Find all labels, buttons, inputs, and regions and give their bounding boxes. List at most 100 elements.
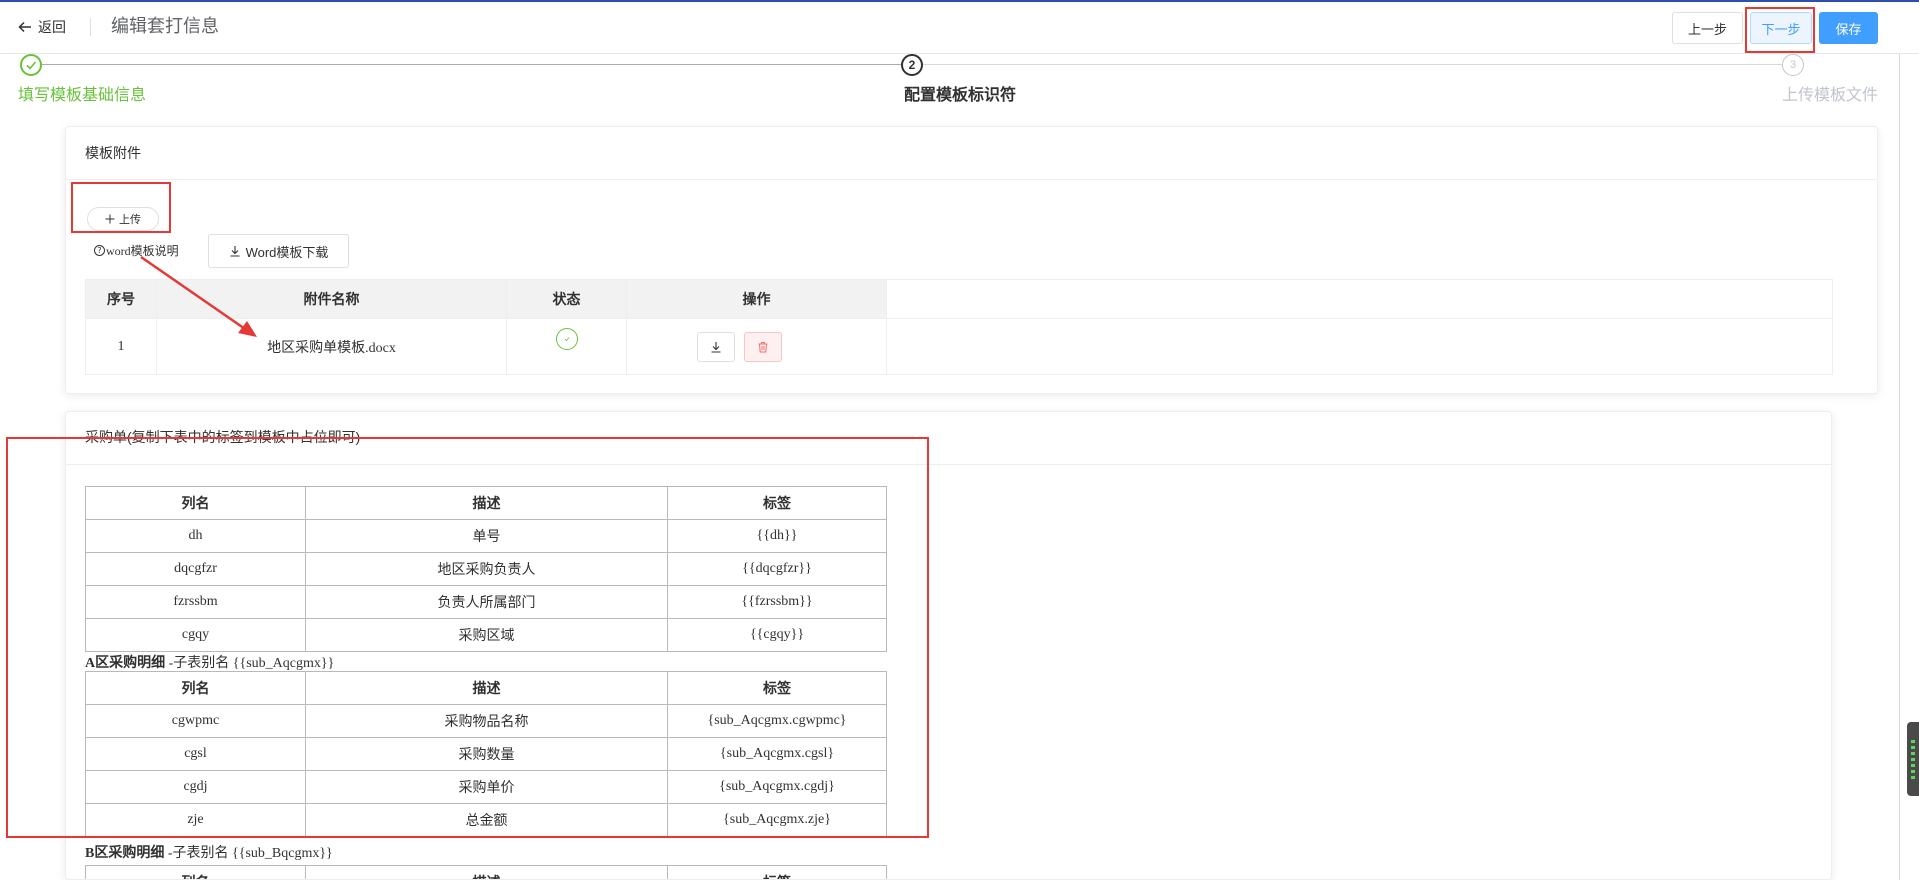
card-title: 采购单(复制下表中的标签到模板中占位即可) [85,429,361,445]
column-name: cgdj [85,770,306,804]
column-tag[interactable]: {{dh}} [667,519,887,553]
subtable-b-tag-table: 列名 描述 标签 [85,865,887,879]
success-circle-icon [555,328,578,351]
upload-label: 上传 [119,214,141,226]
column-name: zje [85,803,306,837]
table-header-cell: 标签 [667,865,887,879]
column-tag[interactable]: {{cgqy}} [667,618,887,652]
table-header-cell: 序号 [85,279,157,319]
table-row: fzrssbm 负责人所属部门 {{fzrssbm}} [85,585,887,619]
download-attachment-button[interactable] [697,331,735,362]
next-step-button[interactable]: 下一步 [1750,12,1812,44]
table-header-cell: 描述 [305,865,668,879]
back-label: 返回 [38,19,66,35]
table-row: cgqy 采购区域 {{cgqy}} [85,618,887,652]
page-title: 编辑套打信息 [111,16,219,36]
step-connector [42,64,901,65]
table-header-cell: 附件名称 [156,279,507,319]
save-button[interactable]: 保存 [1819,12,1878,44]
main-tag-table: 列名 描述 标签 dh 单号 {{dh}} dqcgfzr 地区采购负责人 {{… [85,486,887,652]
row-index: 1 [85,318,157,375]
next-step-label: 下一步 [1761,21,1801,37]
signal-bars-icon [1911,740,1915,780]
card-header-divider [66,464,1831,465]
purchase-tags-card: 采购单(复制下表中的标签到模板中占位即可) 列名 描述 标签 dh 单号 {{d… [65,411,1832,880]
attachment-name: 地区采购单模板.docx [156,318,507,375]
trash-icon [758,341,768,352]
step-2-circle: 2 [901,54,923,76]
table-row: zje 总金额 {sub_Aqcgmx.zje} [85,803,887,837]
header-divider [90,18,91,36]
check-icon [26,61,37,70]
table-header-cell: 操作 [626,279,887,319]
table-header-cell-empty [886,279,1833,319]
table-row: cgdj 采购单价 {sub_Aqcgmx.cgdj} [85,770,887,804]
table-row: cgsl 采购数量 {sub_Aqcgmx.cgsl} [85,737,887,771]
table-header-cell: 描述 [305,486,668,520]
scrollbar-track[interactable] [1899,54,1900,880]
column-tag[interactable]: {sub_Aqcgmx.cgdj} [667,770,887,804]
word-template-help[interactable]: ? word模板说明 [94,242,179,259]
column-description: 采购区域 [305,618,668,652]
table-header-row: 列名 描述 标签 [85,671,887,705]
plus-icon [105,214,115,224]
prev-step-button[interactable]: 上一步 [1672,12,1743,44]
column-description: 负责人所属部门 [305,585,668,619]
table-cell-empty [886,318,1833,375]
column-tag[interactable]: {sub_Aqcgmx.cgwpmc} [667,704,887,738]
subtable-alias: -子表别名 {{sub_Bqcgmx}} [167,846,333,861]
help-label: word模板说明 [106,244,179,258]
question-circle-icon: ? [94,245,105,256]
column-description: 总金额 [305,803,668,837]
column-description: 单号 [305,519,668,553]
column-name: dqcgfzr [85,552,306,586]
subtable-b-heading: B区采购明细 -子表别名 {{sub_Bqcgmx}} [85,846,333,862]
subtable-alias: -子表别名 {{sub_Aqcgmx}} [168,656,335,671]
prev-step-label: 上一步 [1687,21,1727,37]
subtable-name: A区采购明细 [85,656,166,671]
actions-cell [626,318,887,375]
table-header-cell: 列名 [85,671,306,705]
table-header-row: 序号 附件名称 状态 操作 [85,279,1833,319]
step-2-label: 配置模板标识符 [904,87,1017,104]
table-row: dh 单号 {{dh}} [85,519,887,553]
column-tag[interactable]: {sub_Aqcgmx.zje} [667,803,887,837]
column-name: cgsl [85,737,306,771]
download-label: Word模板下载 [245,244,329,260]
column-name: cgqy [85,618,306,652]
download-icon [230,246,240,257]
step-connector [923,64,1782,65]
arrow-left-icon [18,21,31,33]
attachment-table: 序号 附件名称 状态 操作 1 地区采购单模板.docx [85,279,1833,375]
table-header-cell: 状态 [506,279,627,319]
table-header-cell: 标签 [667,671,887,705]
subtable-a-heading: A区采购明细 -子表别名 {{sub_Aqcgmx}} [85,656,334,672]
column-description: 采购数量 [305,737,668,771]
column-tag[interactable]: {{dqcgfzr}} [667,552,887,586]
word-template-download-button[interactable]: Word模板下载 [208,234,349,268]
table-header-cell: 列名 [85,486,306,520]
top-bar [0,0,1919,54]
table-header-cell: 描述 [305,671,668,705]
column-tag[interactable]: {{fzrssbm}} [667,585,887,619]
column-description: 采购物品名称 [305,704,668,738]
upload-button[interactable]: 上传 [87,207,159,231]
card-header-divider [66,179,1877,180]
table-row: dqcgfzr 地区采购负责人 {{dqcgfzr}} [85,552,887,586]
attachment-card: 模板附件 上传 ? word模板说明 Word模板下载 序号 附件名称 状态 操… [65,126,1878,394]
column-description: 地区采购负责人 [305,552,668,586]
delete-attachment-button[interactable] [744,331,782,362]
column-name: fzrssbm [85,585,306,619]
back-button[interactable]: 返回 [18,16,66,38]
download-icon [711,341,721,353]
subtable-name: B区采购明细 [85,846,165,861]
table-row: 1 地区采购单模板.docx [85,318,1833,375]
column-tag[interactable]: {sub_Aqcgmx.cgsl} [667,737,887,771]
step-1-circle [20,54,42,76]
step-3-circle: 3 [1782,54,1804,76]
save-label: 保存 [1835,21,1862,37]
card-title: 模板附件 [85,145,141,161]
table-header-row: 列名 描述 标签 [85,486,887,520]
side-widget[interactable] [1907,722,1919,796]
column-description: 采购单价 [305,770,668,804]
